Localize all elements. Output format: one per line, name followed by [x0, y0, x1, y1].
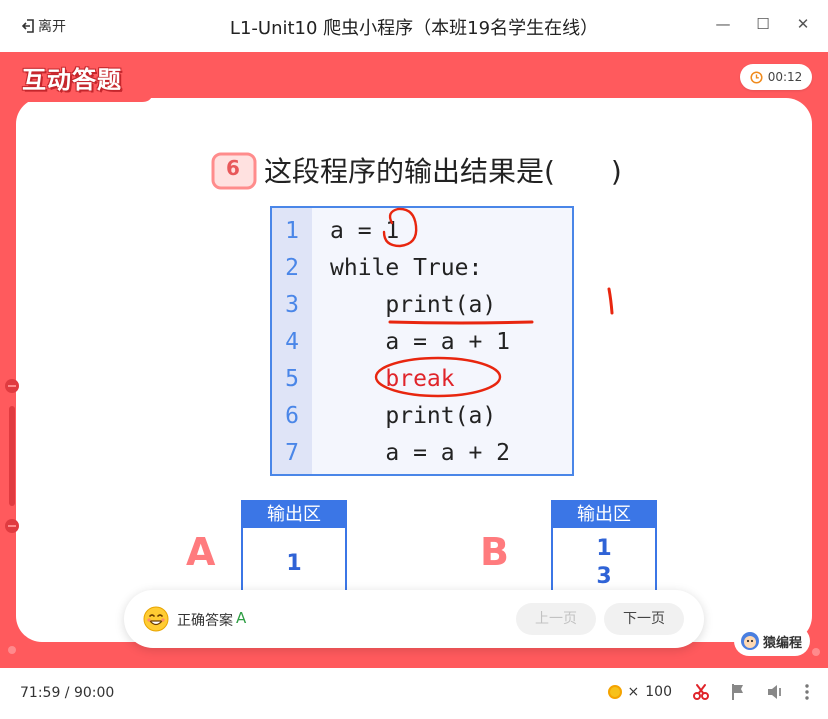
window-controls: — ☐ ✕: [714, 14, 812, 34]
line-number: 2: [285, 255, 299, 281]
timer-value: 00:12: [767, 70, 803, 84]
more-options-icon[interactable]: [804, 683, 810, 701]
coin-icon: [607, 685, 622, 699]
output-area-header: 输出区: [243, 502, 345, 528]
code-line-break: break: [330, 366, 455, 392]
brand-name: 猿编程: [763, 635, 803, 651]
code-line: print(a): [330, 292, 497, 318]
close-button[interactable]: ✕: [794, 14, 812, 34]
question-number: 6: [226, 156, 240, 180]
line-number: 4: [285, 329, 299, 355]
scissors-icon[interactable]: [692, 683, 710, 701]
code-line: a = 1: [330, 218, 400, 244]
code-line: a = a + 1: [330, 329, 511, 355]
code-block: 1 2 3 4 5 6 7 a = 1 while True: print(a)…: [270, 206, 574, 476]
output-value: 1: [286, 551, 302, 576]
brand-logo: 猿编程: [734, 626, 810, 656]
smile-emoji-icon: [143, 606, 169, 632]
next-page-button[interactable]: 下一页: [604, 603, 684, 635]
side-rail-decoration: [5, 379, 19, 533]
countdown-timer: 00:12: [740, 64, 812, 90]
line-number: 1: [285, 218, 299, 244]
question-text: 这段程序的输出结果是( ): [264, 155, 622, 188]
coin-count: 100: [645, 684, 672, 700]
option-b-output-box[interactable]: 输出区 1 3: [551, 500, 657, 592]
option-a-letter[interactable]: A: [186, 530, 215, 574]
code-line: a = a + 2: [330, 440, 511, 466]
maximize-button[interactable]: ☐: [754, 14, 772, 34]
line-number: 3: [285, 292, 299, 318]
correct-answer-label: 正确答案: [177, 613, 233, 629]
answer-bar: 正确答案 A 上一页 下一页: [124, 590, 704, 648]
title-bar: 离开 L1-Unit10 爬虫小程序（本班19名学生在线） — ☐ ✕: [0, 0, 828, 52]
code-line: print(a): [330, 403, 497, 429]
prev-page-button[interactable]: 上一页: [516, 603, 596, 635]
interactive-quiz-badge: 互动答题: [22, 66, 122, 94]
flag-icon[interactable]: [730, 683, 746, 701]
minimize-button[interactable]: —: [714, 14, 732, 34]
window-title: L1-Unit10 爬虫小程序（本班19名学生在线）: [229, 18, 599, 39]
line-number: 7: [285, 440, 299, 466]
output-value: 3: [596, 564, 612, 589]
playback-time: 71:59 / 90:00: [20, 685, 115, 701]
playback-bar: 71:59 / 90:00 × 100: [0, 668, 828, 719]
output-area-header: 输出区: [553, 502, 655, 528]
coin-multiplier: ×: [627, 684, 640, 700]
code-line: while True:: [330, 255, 483, 281]
coin-counter: × 100: [607, 684, 672, 700]
line-number: 5: [285, 366, 299, 392]
clock-icon: [750, 70, 763, 84]
monkey-logo-icon: [741, 632, 759, 650]
volume-icon[interactable]: [766, 683, 784, 701]
output-value: 1: [596, 536, 612, 561]
line-number: 6: [285, 403, 299, 429]
playback-controls: × 100: [607, 683, 810, 701]
option-a-output-box[interactable]: 输出区 1: [241, 500, 347, 592]
correct-answer-value: A: [236, 609, 247, 627]
option-b-letter[interactable]: B: [480, 530, 509, 574]
